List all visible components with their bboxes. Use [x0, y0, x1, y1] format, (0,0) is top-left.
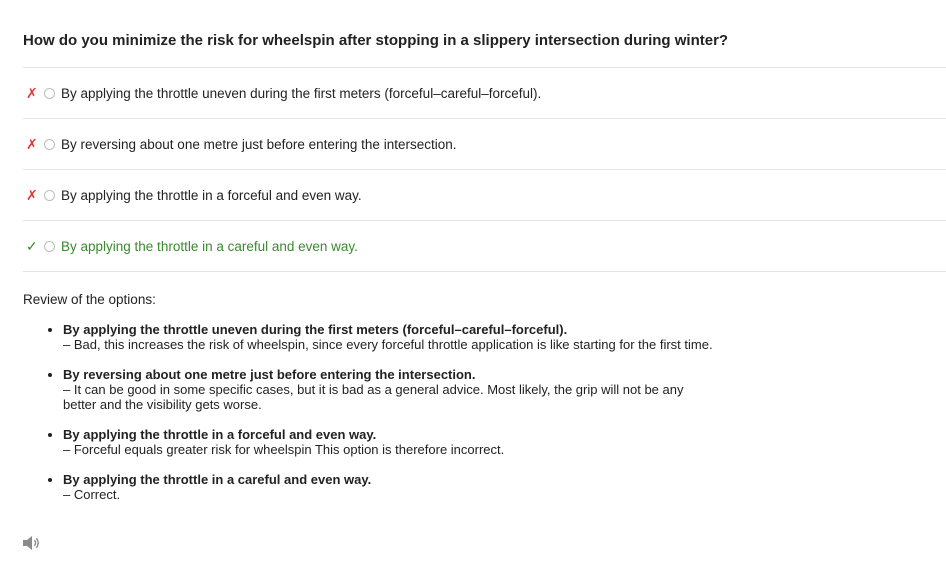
review-item-description: – It can be good in some specific cases,… [63, 382, 684, 412]
answer-option[interactable]: ✗ By reversing about one metre just befo… [23, 118, 946, 169]
question-title: How do you minimize the risk for wheelsp… [23, 32, 729, 49]
answer-option-text: By applying the throttle uneven during t… [61, 85, 542, 101]
review-item-description: – Bad, this increases the risk of wheels… [63, 337, 713, 352]
radio-button[interactable] [44, 87, 55, 99]
wrong-mark-icon: ✗ [26, 84, 38, 101]
review-list: By applying the throttle uneven during t… [23, 322, 713, 517]
review-item-description: – Correct. [63, 487, 121, 502]
answer-option[interactable]: ✗ By applying the throttle uneven during… [23, 67, 946, 118]
radio-button[interactable] [44, 189, 55, 201]
speaker-icon[interactable] [22, 535, 42, 551]
review-item: By applying the throttle in a forceful a… [63, 427, 713, 457]
review-item-description: – Forceful equals greater risk for wheel… [63, 442, 505, 457]
radio-button[interactable] [44, 138, 55, 150]
wrong-mark-icon: ✗ [26, 135, 38, 152]
radio-button[interactable] [44, 240, 55, 252]
answer-option[interactable]: ✓ By applying the throttle in a careful … [23, 220, 946, 272]
review-item: By applying the throttle in a careful an… [63, 472, 713, 502]
review-item-title: By applying the throttle in a careful an… [63, 472, 372, 487]
wrong-mark-icon: ✗ [26, 186, 38, 203]
answer-options: ✗ By applying the throttle uneven during… [23, 67, 946, 272]
review-item: By reversing about one metre just before… [63, 367, 713, 412]
answer-option-text: By reversing about one metre just before… [61, 136, 457, 152]
answer-option-text: By applying the throttle in a forceful a… [61, 187, 362, 203]
review-item-title: By applying the throttle in a forceful a… [63, 427, 377, 442]
check-mark-icon: ✓ [26, 237, 38, 254]
review-item-title: By applying the throttle uneven during t… [63, 322, 568, 337]
answer-option-text: By applying the throttle in a careful an… [61, 238, 358, 254]
review-heading: Review of the options: [23, 292, 156, 307]
review-item: By applying the throttle uneven during t… [63, 322, 713, 352]
review-item-title: By reversing about one metre just before… [63, 367, 476, 382]
answer-option[interactable]: ✗ By applying the throttle in a forceful… [23, 169, 946, 220]
